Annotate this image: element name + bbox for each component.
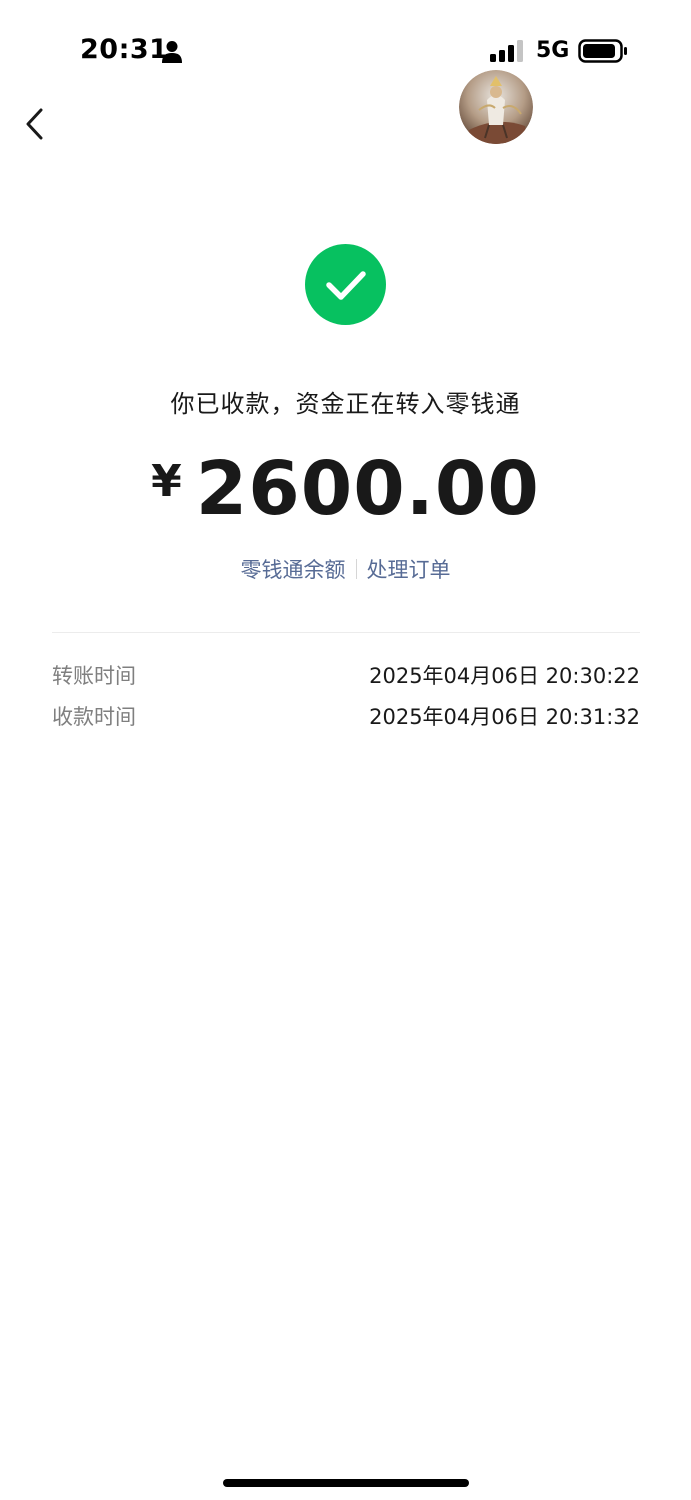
network-label: 5G xyxy=(536,38,570,63)
amount-value: 2600.00 xyxy=(195,446,540,532)
divider xyxy=(52,632,640,633)
back-button[interactable] xyxy=(20,104,56,144)
process-order-link[interactable]: 处理订单 xyxy=(367,554,451,584)
check-circle-icon xyxy=(305,244,386,325)
home-indicator[interactable] xyxy=(223,1479,469,1487)
status-bar: 20:31 5G xyxy=(0,0,691,100)
detail-row-transfer-time: 转账时间 2025年04月06日 20:30:22 xyxy=(52,660,640,690)
status-message: 你已收款，资金正在转入零钱通 xyxy=(170,390,521,418)
detail-row-received-time: 收款时间 2025年04月06日 20:31:32 xyxy=(52,701,640,731)
chevron-left-icon xyxy=(26,108,43,140)
user-avatar[interactable] xyxy=(459,70,533,144)
amount-row: ¥2600.00 xyxy=(0,446,691,532)
status-time: 20:31 xyxy=(80,34,169,65)
balance-link[interactable]: 零钱通余额 xyxy=(241,554,346,584)
battery-icon xyxy=(578,39,627,63)
detail-value: 2025年04月06日 20:30:22 xyxy=(369,664,640,688)
link-divider xyxy=(355,559,357,579)
currency-symbol: ¥ xyxy=(151,456,182,507)
action-links: 零钱通余额 处理订单 xyxy=(0,554,691,584)
signal-icon xyxy=(490,40,523,62)
person-icon xyxy=(162,41,182,63)
detail-value: 2025年04月06日 20:31:32 xyxy=(369,705,640,729)
detail-label: 转账时间 xyxy=(52,664,136,688)
detail-label: 收款时间 xyxy=(52,705,136,729)
